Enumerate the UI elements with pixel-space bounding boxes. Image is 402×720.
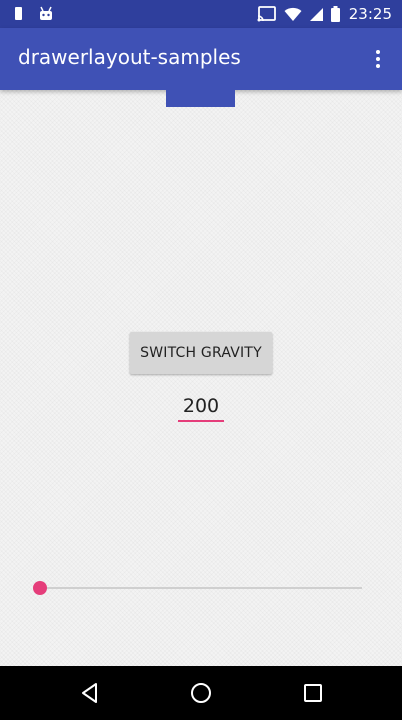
slider-track: [40, 587, 362, 589]
recents-icon[interactable]: [301, 681, 325, 705]
status-bar: 23:25: [0, 0, 402, 28]
value-slider[interactable]: [32, 579, 362, 597]
back-icon[interactable]: [78, 681, 102, 705]
wifi-icon: [284, 7, 302, 21]
battery-icon: [330, 6, 340, 22]
signal-icon: [309, 7, 323, 21]
home-icon[interactable]: [189, 681, 213, 705]
app-title: drawerlayout-samples: [18, 45, 241, 69]
switch-gravity-label: SWITCH GRAVITY: [140, 345, 262, 361]
switch-gravity-button[interactable]: SWITCH GRAVITY: [130, 332, 272, 374]
sim-icon: [15, 7, 22, 20]
cast-icon: [257, 6, 276, 22]
navigation-bar: [0, 666, 402, 720]
screen: 23:25 drawerlayout-samples SWITCH GRAVIT…: [0, 0, 402, 720]
drawer-handle: [166, 90, 235, 107]
more-vert-icon[interactable]: [368, 49, 388, 69]
slider-thumb[interactable]: [33, 581, 47, 595]
android-icon: [40, 6, 52, 20]
app-bar: drawerlayout-samples: [0, 28, 402, 90]
value-input[interactable]: 200: [178, 394, 224, 422]
status-time: 23:25: [348, 5, 392, 23]
